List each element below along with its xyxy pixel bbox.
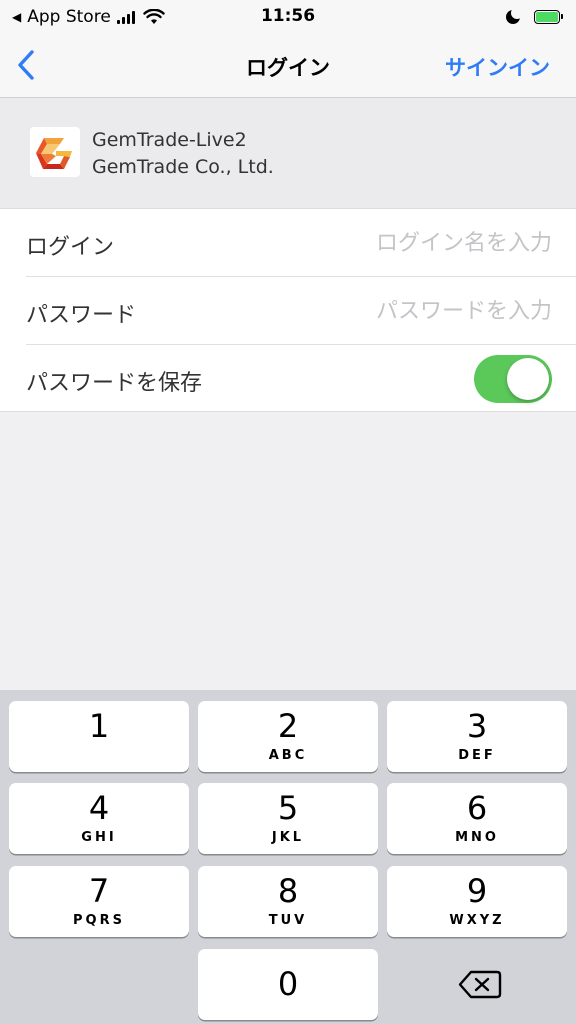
key-letters: PQRS	[73, 913, 125, 928]
toggle-knob	[507, 358, 549, 400]
delete-key[interactable]	[387, 949, 567, 1020]
save-password-row: パスワードを保存	[26, 345, 576, 413]
delete-backspace-icon	[458, 970, 502, 999]
key-6[interactable]: 6 MNO	[387, 783, 567, 854]
key-3[interactable]: 3 DEF	[387, 701, 567, 772]
key-9[interactable]: 9 WXYZ	[387, 866, 567, 937]
gemtrade-logo-icon	[30, 127, 80, 177]
key-letters: WXYZ	[449, 913, 505, 928]
key-digit: 4	[88, 789, 110, 827]
key-1[interactable]: 1	[9, 701, 189, 772]
key-digit: 1	[88, 707, 110, 745]
key-letters: DEF	[458, 748, 496, 763]
key-4[interactable]: 4 GHI	[9, 783, 189, 854]
login-label: ログイン	[26, 235, 115, 260]
key-digit: 7	[88, 872, 110, 910]
login-input[interactable]	[272, 225, 552, 261]
key-digit: 6	[466, 789, 488, 827]
do-not-disturb-icon	[506, 7, 523, 24]
password-label: パスワード	[26, 303, 137, 328]
password-row: パスワード	[26, 277, 576, 345]
navigation-bar: ログイン サインイン	[0, 34, 576, 98]
server-info: GemTrade-Live2 GemTrade Co., Ltd.	[92, 127, 274, 181]
server-company: GemTrade Co., Ltd.	[92, 156, 274, 178]
server-header: GemTrade-Live2 GemTrade Co., Ltd.	[0, 98, 576, 208]
key-digit: 3	[466, 707, 488, 745]
numeric-keypad: 1 2 ABC 3 DEF 4 GHI 5 JKL 6 MNO 7 PQRS 8…	[0, 690, 576, 1024]
key-letters: ABC	[268, 748, 308, 763]
key-digit: 2	[277, 707, 299, 745]
key-7[interactable]: 7 PQRS	[9, 866, 189, 937]
key-digit: 5	[277, 789, 299, 827]
sign-in-button[interactable]: サインイン	[445, 52, 550, 82]
login-row: ログイン	[26, 209, 576, 277]
key-digit: 9	[466, 872, 488, 910]
login-form: ログイン パスワード パスワードを保存	[0, 208, 576, 412]
battery-icon	[534, 10, 563, 24]
key-2[interactable]: 2 ABC	[198, 701, 378, 772]
status-bar: ◀ App Store 11:56	[0, 0, 576, 34]
key-0[interactable]: 0	[198, 949, 378, 1020]
key-5[interactable]: 5 JKL	[198, 783, 378, 854]
status-right	[506, 6, 563, 28]
status-time: 11:56	[260, 6, 316, 26]
key-letters: MNO	[455, 830, 499, 845]
key-letters: GHI	[81, 830, 117, 845]
save-password-toggle[interactable]	[474, 355, 552, 403]
key-letters: TUV	[268, 913, 308, 928]
save-password-label: パスワードを保存	[26, 371, 203, 396]
key-digit: 0	[277, 965, 299, 1003]
battery-level	[536, 12, 558, 22]
key-digit: 8	[277, 872, 299, 910]
key-8[interactable]: 8 TUV	[198, 866, 378, 937]
key-letters: JKL	[271, 830, 305, 845]
server-name: GemTrade-Live2	[92, 129, 247, 151]
password-input[interactable]	[272, 293, 552, 329]
